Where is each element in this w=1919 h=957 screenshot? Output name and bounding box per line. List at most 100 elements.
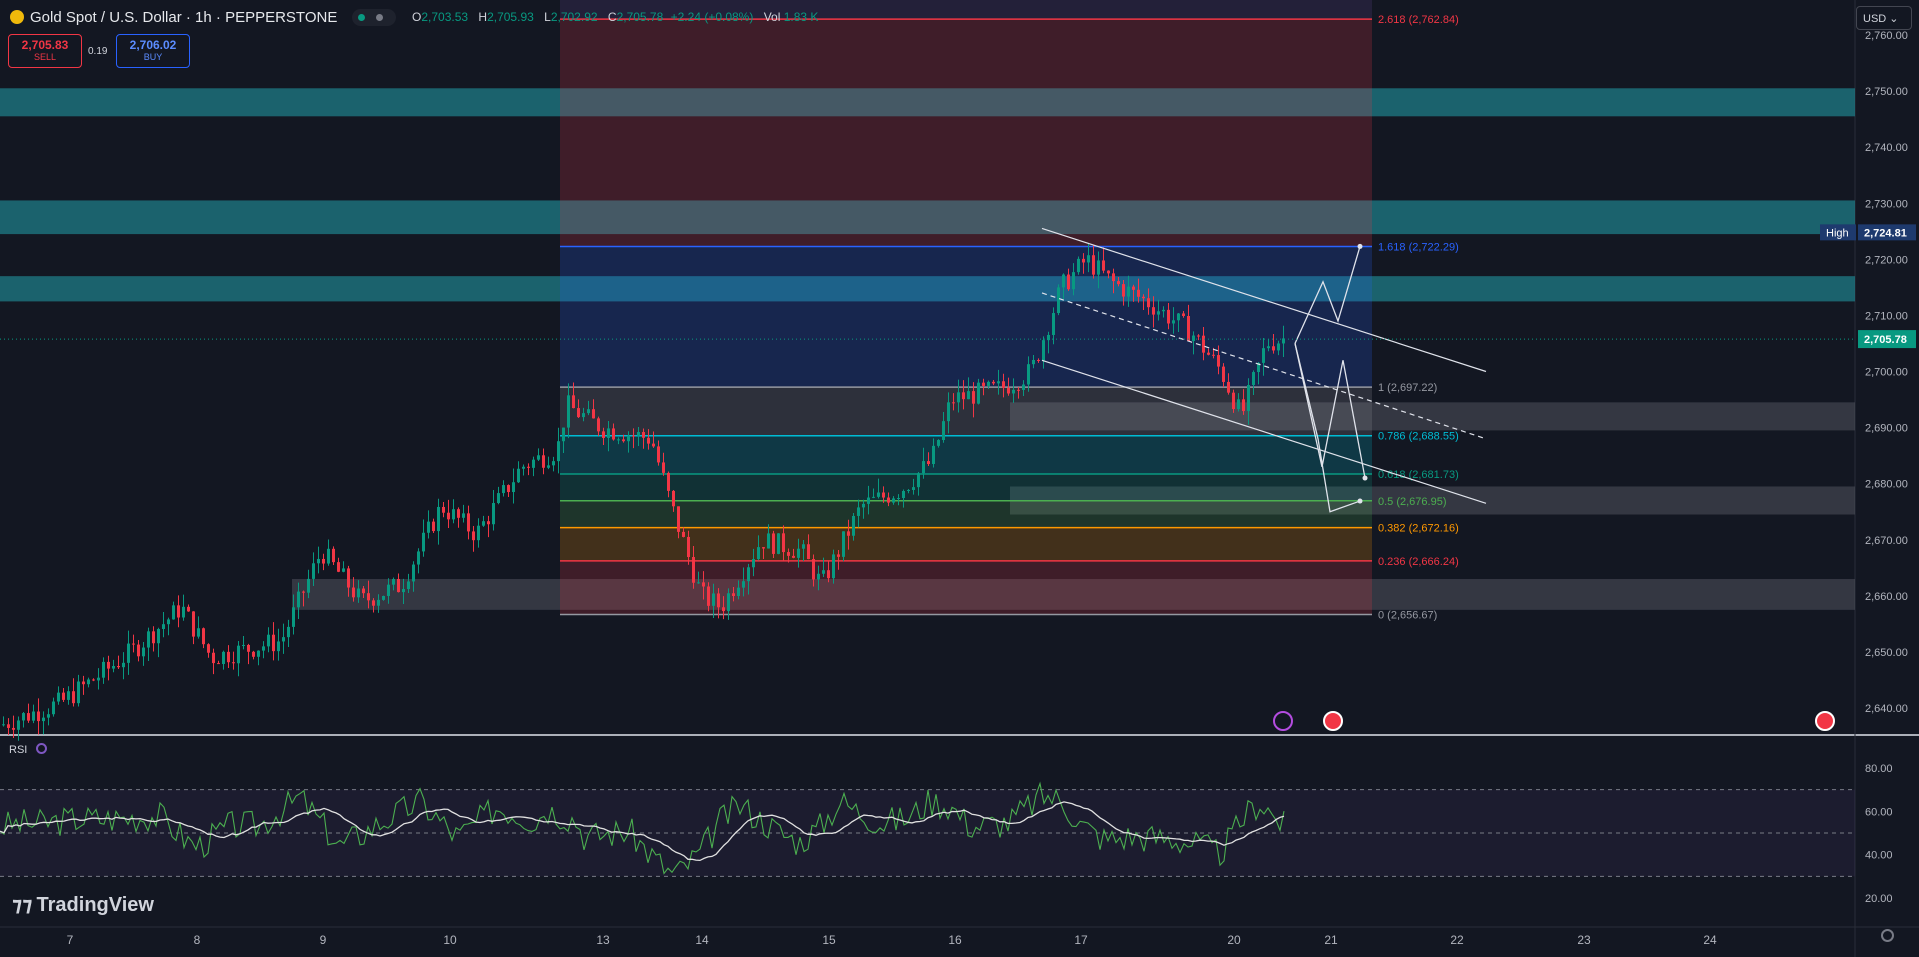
candle-body (622, 439, 625, 442)
candle-body (862, 503, 865, 508)
candle-body (1082, 258, 1085, 263)
candle-body (912, 487, 915, 490)
price-tick: 2,680.00 (1865, 479, 1908, 491)
candle-body (1252, 372, 1255, 385)
candle-body (1107, 270, 1110, 274)
candle-body (327, 548, 330, 564)
candle-body (382, 595, 385, 600)
candle-body (52, 701, 55, 715)
candle-body (492, 503, 495, 525)
candle-body (902, 490, 905, 498)
candle-body (62, 692, 65, 700)
indicator-settings-icon[interactable] (36, 743, 47, 754)
symbol-title[interactable]: Gold Spot / U.S. Dollar · 1h · PEPPERSTO… (10, 9, 337, 26)
candle-body (357, 588, 360, 598)
fib-label-2.618: 2.618 (2,762.84) (1378, 14, 1459, 26)
candle-body (117, 666, 120, 668)
buy-button[interactable]: 2,706.02 BUY (116, 34, 190, 68)
candle-body (1227, 381, 1230, 393)
fib-zone-0.5 (560, 500, 1372, 528)
candle-body (672, 490, 675, 507)
candle-body (1057, 287, 1060, 314)
candle-body (1042, 340, 1045, 361)
candle-body (737, 587, 740, 597)
fib-label-0.382: 0.382 (2,672.16) (1378, 523, 1459, 535)
candle-body (237, 645, 240, 664)
candle-body (592, 409, 595, 419)
candle-body (892, 498, 895, 503)
market-open-icon (358, 14, 365, 21)
candle-body (792, 555, 795, 558)
candle-body (1222, 366, 1225, 382)
price-tick: 2,640.00 (1865, 703, 1908, 715)
us-flag-event-icon[interactable] (1815, 711, 1835, 731)
candle-body (1072, 272, 1075, 290)
candle-body (742, 581, 745, 588)
candle-body (482, 521, 485, 526)
candle-body (157, 629, 160, 644)
candle-body (47, 714, 50, 718)
chevron-down-icon: ⌄ (1889, 13, 1899, 25)
fib-zone-0.236 (560, 560, 1372, 615)
sell-button[interactable]: 2,705.83 SELL (8, 34, 82, 68)
candle-body (437, 506, 440, 532)
projection-path-c-arrowhead (1357, 243, 1363, 249)
candle-body (787, 552, 790, 556)
candle-body (77, 681, 80, 704)
candle-body (802, 544, 805, 549)
price-tick: 2,720.00 (1865, 254, 1908, 266)
candle-body (1007, 387, 1010, 394)
candle-body (547, 465, 550, 468)
candle-body (577, 408, 580, 418)
tradingview-logo[interactable]: ⁊⁊ TradingView (12, 892, 154, 917)
candle-body (177, 605, 180, 618)
time-tick: 16 (948, 933, 962, 947)
candle-body (842, 531, 845, 557)
price-chart[interactable]: 2.618 (2,762.84) 1.618 (2,722.29) 1 (2,697… (0, 0, 1919, 957)
lightning-alert-icon[interactable] (1273, 711, 1293, 731)
candle-body (857, 507, 860, 516)
price-axis: 2,760.00 2,750.00 2,740.00 2,730.00 2,720.00… (1820, 30, 1916, 715)
price-tick: 2,660.00 (1865, 591, 1908, 603)
fib-zone-2.618 (560, 19, 1372, 247)
candle-body (587, 409, 590, 414)
fib-zone-1.618 (560, 246, 1372, 388)
candle-body (1217, 355, 1220, 367)
candle-body (897, 497, 900, 499)
price-tick: 2,670.00 (1865, 535, 1908, 547)
rsi-indicator-label[interactable]: RSI (9, 744, 27, 756)
candle-body (532, 459, 535, 468)
candle-body (227, 651, 230, 663)
candle-body (657, 446, 660, 463)
fib-label-0: 0 (2,656.67) (1378, 610, 1437, 622)
candle-body (12, 727, 15, 730)
time-tick: 24 (1703, 933, 1717, 947)
candle-body (767, 533, 770, 549)
status-badges[interactable] (352, 9, 396, 26)
gear-icon[interactable] (1881, 929, 1894, 942)
us-flag-event-icon[interactable] (1323, 711, 1343, 731)
candle-body (202, 628, 205, 645)
candle-body (697, 582, 700, 584)
candle-body (2, 724, 5, 726)
price-tick: 2,730.00 (1865, 198, 1908, 210)
candle-body (472, 531, 475, 541)
candle-body (292, 607, 295, 627)
candle-body (442, 506, 445, 513)
price-tick: 2,750.00 (1865, 86, 1908, 98)
currency-select[interactable]: USD ⌄ (1856, 6, 1912, 30)
candle-body (582, 413, 585, 418)
candle-body (1172, 320, 1175, 324)
rsi-tick: 20.00 (1865, 893, 1893, 905)
candle-body (337, 562, 340, 572)
candle-body (387, 584, 390, 596)
candle-body (302, 591, 305, 593)
candle-body (647, 437, 650, 444)
candle-body (537, 455, 540, 460)
rsi-tick: 40.00 (1865, 850, 1893, 862)
candle-body (182, 606, 185, 618)
candle-body (1117, 281, 1120, 285)
time-tick: 7 (67, 933, 74, 947)
candle-body (1037, 359, 1040, 361)
candle-body (147, 631, 150, 648)
